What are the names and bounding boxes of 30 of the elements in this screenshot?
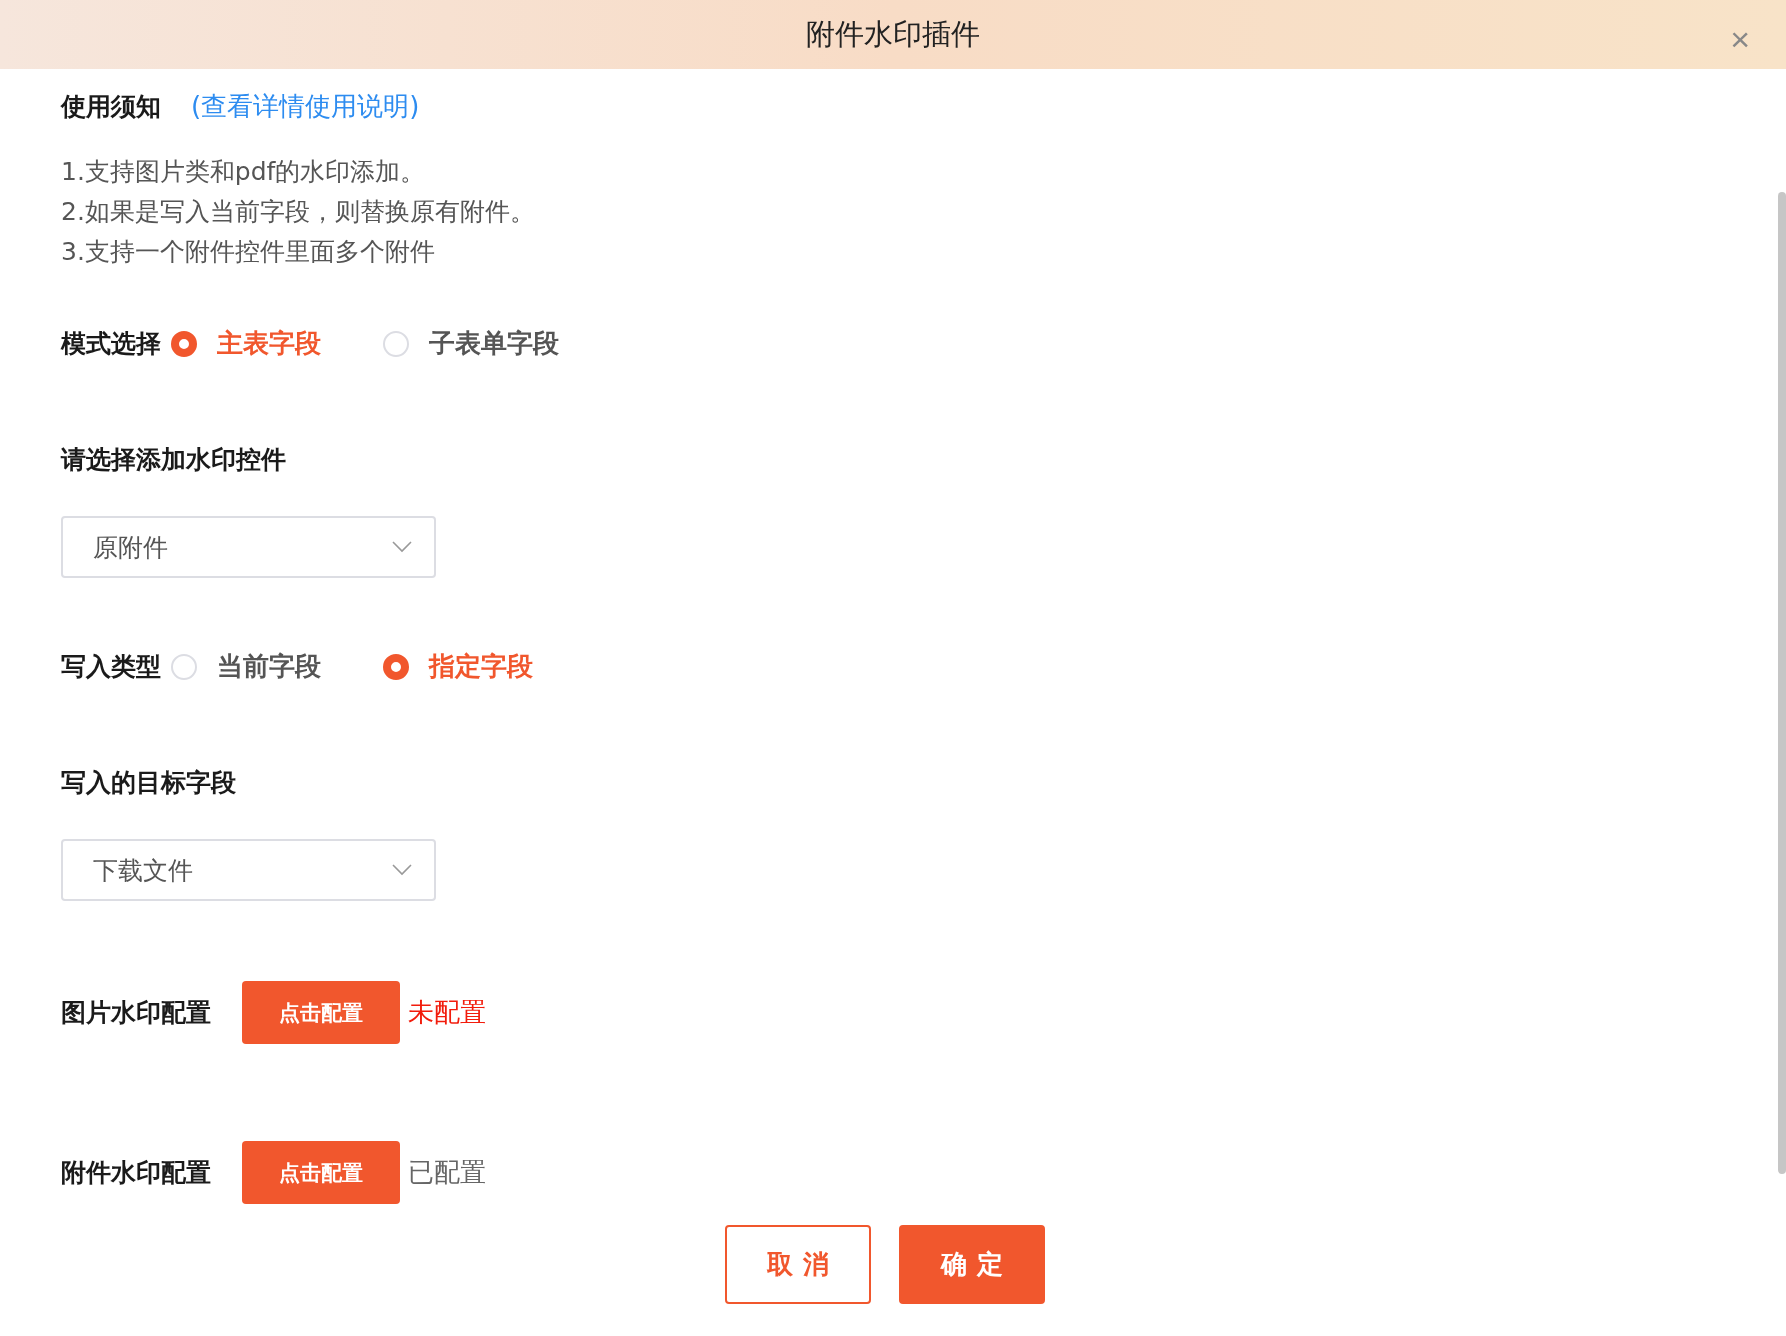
radio-button[interactable]: [383, 653, 409, 680]
config-status: 已配置: [408, 1156, 486, 1189]
cancel-button[interactable]: 取 消: [725, 1225, 871, 1304]
radio-label[interactable]: 指定字段: [429, 649, 533, 684]
scrollbar[interactable]: [1778, 192, 1786, 1174]
field-label: 图片水印配置: [61, 997, 211, 1029]
close-button[interactable]: ×: [1730, 22, 1750, 56]
select-field[interactable]: 下载文件: [61, 839, 436, 901]
configure-button[interactable]: 点击配置: [242, 981, 400, 1044]
radio-label[interactable]: 子表单字段: [429, 326, 559, 361]
field-label: 写入的目标字段: [61, 767, 236, 799]
notice-line: 1.支持图片类和pdf的水印添加。: [61, 156, 427, 188]
radio-button[interactable]: [171, 330, 197, 357]
chevron-down-icon: [392, 541, 412, 553]
configure-button[interactable]: 点击配置: [242, 1141, 400, 1204]
field-label: 写入类型: [61, 651, 161, 683]
notice-line: 2.如果是写入当前字段，则替换原有附件。: [61, 196, 536, 228]
radio-label[interactable]: 当前字段: [217, 649, 321, 684]
notice-line: 3.支持一个附件控件里面多个附件: [61, 236, 436, 268]
confirm-button[interactable]: 确 定: [899, 1225, 1045, 1304]
field-label: 请选择添加水印控件: [61, 444, 286, 476]
field-label: 模式选择: [61, 328, 161, 360]
dialog-title: 附件水印插件: [806, 15, 980, 53]
section-title: 使用须知: [61, 91, 161, 123]
chevron-down-icon: [392, 864, 412, 876]
config-status: 未配置: [408, 996, 486, 1029]
select-field[interactable]: 原附件: [61, 516, 436, 578]
help-link[interactable]: (查看详情使用说明): [191, 89, 420, 124]
field-label: 附件水印配置: [61, 1157, 211, 1189]
radio-label[interactable]: 主表字段: [217, 326, 321, 361]
